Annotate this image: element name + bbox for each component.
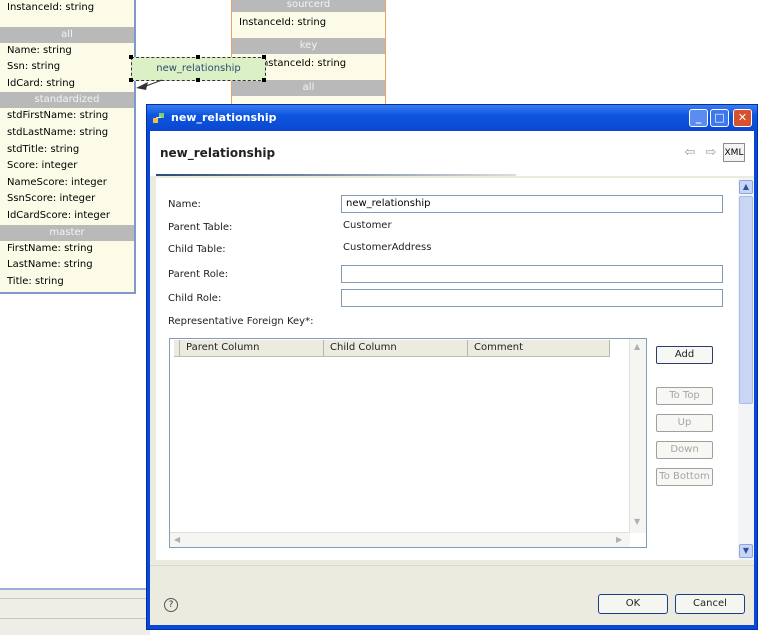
scroll-down-icon[interactable]: ▼ (634, 517, 640, 526)
footer-divider (150, 565, 754, 566)
close-icon: ✕ (737, 111, 748, 124)
child-role-field[interactable] (341, 289, 723, 307)
minimize-icon: _ (695, 111, 702, 124)
ok-button[interactable]: OK (598, 594, 668, 614)
down-button[interactable]: Down (656, 441, 713, 459)
help-icon[interactable]: ? (164, 598, 178, 612)
entity-field[interactable]: stdFirstName: string (0, 108, 134, 125)
title-bar[interactable]: new_relationship _ □ ✕ (147, 105, 757, 131)
scroll-up-icon[interactable]: ▲ (634, 342, 640, 351)
entity-field[interactable]: Name: string (0, 43, 134, 60)
window-title: new_relationship (171, 111, 277, 124)
forward-arrow-icon[interactable]: ⇨ (703, 145, 719, 161)
scroll-right-icon[interactable]: ▶ (616, 535, 622, 544)
foreign-key-table[interactable]: Parent Column Child Column Comment ▲ ▼ ◀… (169, 338, 647, 548)
child-role-label: Child Role: (168, 293, 222, 304)
column-header-parent[interactable]: Parent Column (180, 340, 324, 356)
entity-field[interactable]: IdCardScore: integer (0, 208, 134, 225)
entity-field[interactable]: InstanceId: string (232, 12, 385, 34)
page-title: new_relationship (160, 146, 276, 160)
resize-handle[interactable] (196, 55, 200, 59)
table-header: Parent Column Child Column Comment (174, 340, 610, 357)
scroll-down-icon[interactable]: ▼ (739, 544, 753, 558)
back-arrow-icon[interactable]: ⇦ (682, 145, 698, 161)
parent-role-label: Parent Role: (168, 269, 229, 280)
table-vertical-scrollbar[interactable]: ▲ ▼ (629, 339, 646, 533)
resize-handle[interactable] (129, 78, 133, 82)
up-button[interactable]: Up (656, 414, 713, 432)
resize-handle[interactable] (262, 78, 266, 82)
section-header-all: all (232, 80, 385, 96)
scrollbar-thumb[interactable] (739, 196, 753, 404)
entity-field[interactable]: NameScore: integer (0, 175, 134, 192)
app-icon (153, 113, 164, 123)
parent-table-value: Customer (343, 220, 392, 231)
section-header-all: all (0, 26, 134, 43)
entity-field[interactable]: IdCard: string (0, 76, 134, 93)
bottom-panel (0, 588, 150, 635)
entity-field[interactable]: stdTitle: string (0, 142, 134, 159)
relationship-dialog: new_relationship _ □ ✕ new_relationship … (146, 104, 758, 630)
form-vertical-scrollbar[interactable]: ▲ ▼ (738, 178, 754, 560)
to-top-button[interactable]: To Top (656, 387, 713, 405)
entity-field[interactable]: InstanceId: string (0, 0, 134, 17)
table-horizontal-scrollbar[interactable]: ◀ ▶ (170, 532, 630, 547)
form-panel: Name: new_relationship Parent Table: Cus… (156, 178, 738, 560)
close-button[interactable]: ✕ (733, 109, 752, 127)
section-header-source: sourcerd (232, 0, 385, 12)
to-bottom-button[interactable]: To Bottom (656, 468, 713, 486)
maximize-button[interactable]: □ (710, 109, 729, 127)
add-button[interactable]: Add (656, 346, 713, 364)
name-field[interactable]: new_relationship (341, 195, 723, 213)
entity-field[interactable]: SsnScore: integer (0, 191, 134, 208)
maximize-icon: □ (714, 111, 725, 124)
resize-handle[interactable] (129, 55, 133, 59)
customer-address-entity[interactable]: sourcerd InstanceId: string key merInsta… (231, 0, 386, 105)
section-header-master: master (0, 224, 134, 241)
column-header-child[interactable]: Child Column (324, 340, 468, 356)
scroll-left-icon[interactable]: ◀ (174, 535, 180, 544)
entity-field[interactable]: LastName: string (0, 257, 134, 274)
minimize-button[interactable]: _ (689, 109, 708, 127)
cancel-button[interactable]: Cancel (675, 594, 745, 614)
section-header-key: key (232, 38, 385, 54)
dialog-body: new_relationship ⇦ ⇨ XML Name: new_relat… (150, 131, 754, 625)
entity-field[interactable]: FirstName: string (0, 241, 134, 258)
column-header-comment[interactable]: Comment (468, 340, 610, 356)
scroll-up-icon[interactable]: ▲ (739, 180, 753, 194)
relationship-arrow-icon (136, 79, 163, 90)
entity-field[interactable]: Title: string (0, 274, 134, 291)
section-header-standardized: standardized (0, 92, 134, 109)
entity-field[interactable]: Score: integer (0, 158, 134, 175)
parent-table-label: Parent Table: (168, 222, 233, 233)
header-area: new_relationship ⇦ ⇨ XML (150, 131, 754, 176)
entity-field[interactable]: Ssn: string (0, 59, 134, 76)
resize-handle[interactable] (262, 55, 266, 59)
child-table-value: CustomerAddress (343, 242, 432, 253)
name-label: Name: (168, 199, 201, 210)
xml-button[interactable]: XML (723, 143, 745, 162)
header-divider (156, 174, 516, 176)
entity-field[interactable]: stdLastName: string (0, 125, 134, 142)
resize-handle[interactable] (196, 78, 200, 82)
parent-role-field[interactable] (341, 265, 723, 283)
child-table-label: Child Table: (168, 244, 226, 255)
foreign-key-label: Representative Foreign Key*: (168, 316, 314, 327)
customer-entity[interactable]: InstanceId: string all Name: string Ssn:… (0, 0, 136, 294)
